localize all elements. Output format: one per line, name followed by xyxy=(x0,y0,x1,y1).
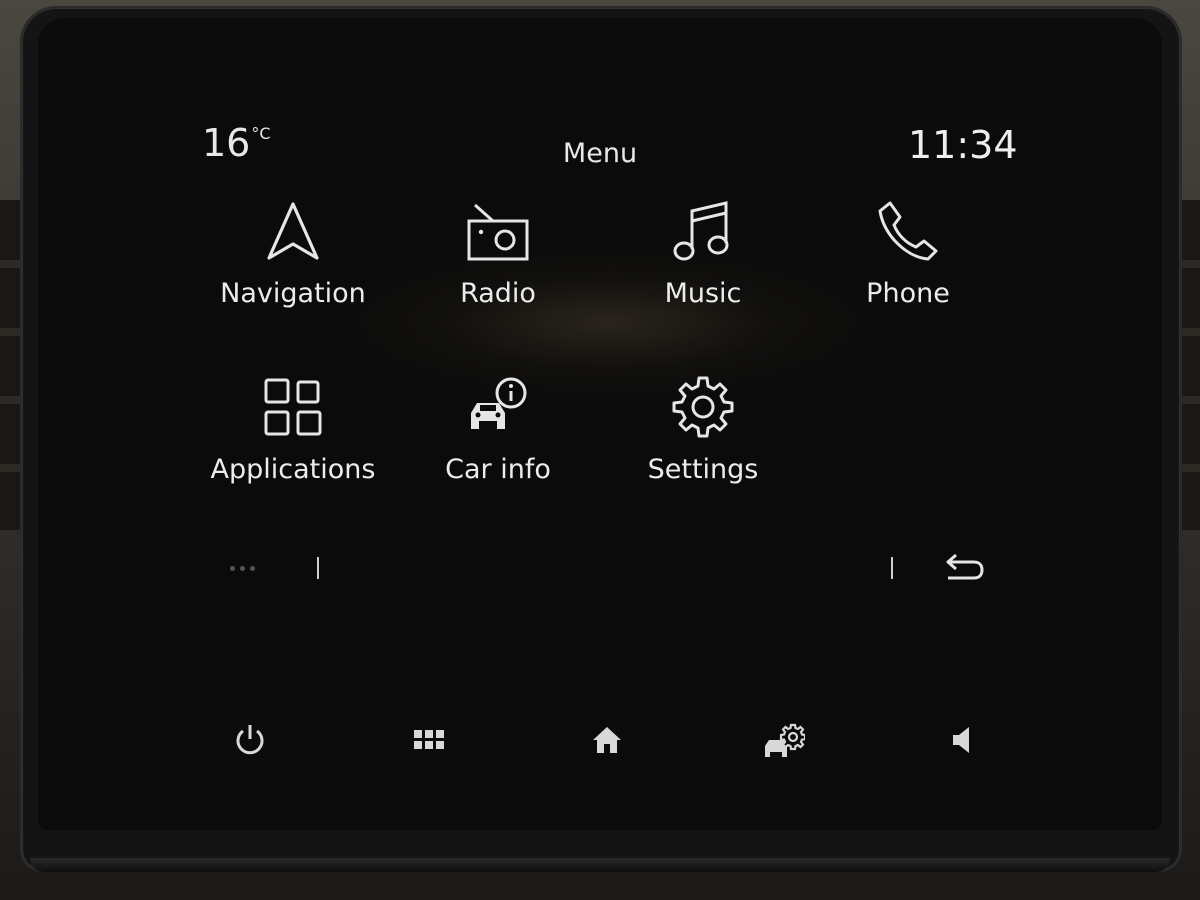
power-icon xyxy=(236,725,264,755)
apps-grid-icon xyxy=(258,372,328,442)
home-button[interactable] xyxy=(577,710,637,770)
menu-item-label: Applications xyxy=(210,454,376,485)
menu-item-music[interactable]: Music xyxy=(603,196,803,346)
menu-item-label: Music xyxy=(664,278,742,309)
car-settings-icon xyxy=(765,723,805,757)
page-dot xyxy=(250,566,255,571)
page-dot xyxy=(240,566,245,571)
menu-item-label: Phone xyxy=(866,278,950,309)
back-button[interactable] xyxy=(938,548,990,588)
menu-item-label: Navigation xyxy=(220,278,366,309)
divider-left xyxy=(317,557,319,579)
phone-handset-icon xyxy=(873,196,943,266)
back-arrow-icon xyxy=(946,553,984,580)
menu-button[interactable] xyxy=(399,710,459,770)
menu-item-car-info[interactable]: Car info xyxy=(398,372,598,522)
navigation-arrow-icon xyxy=(258,196,328,266)
menu-item-navigation[interactable]: Navigation xyxy=(193,196,393,346)
page-title: Menu xyxy=(562,138,638,169)
car-settings-button[interactable] xyxy=(754,710,814,770)
divider-right xyxy=(891,557,893,579)
head-unit-lip xyxy=(30,858,1170,872)
gear-icon xyxy=(668,372,738,442)
radio-icon xyxy=(463,196,533,266)
volume-button[interactable] xyxy=(932,710,992,770)
clock: 11:34 xyxy=(908,123,1018,167)
menu-item-settings[interactable]: Settings xyxy=(603,372,803,522)
menu-item-applications[interactable]: Applications xyxy=(193,372,393,522)
car-info-icon xyxy=(463,372,533,442)
home-icon xyxy=(593,727,621,753)
grid-menu-icon xyxy=(414,730,444,749)
menu-item-label: Settings xyxy=(647,454,759,485)
power-button[interactable] xyxy=(220,710,280,770)
menu-item-phone[interactable]: Phone xyxy=(808,196,1008,346)
menu-item-label: Radio xyxy=(460,278,536,309)
menu-item-radio[interactable]: Radio xyxy=(398,196,598,346)
page-indicator xyxy=(230,566,255,571)
page-dot xyxy=(230,566,235,571)
menu-item-label: Car info xyxy=(445,454,551,485)
speaker-icon xyxy=(953,727,969,753)
music-note-icon xyxy=(668,196,738,266)
